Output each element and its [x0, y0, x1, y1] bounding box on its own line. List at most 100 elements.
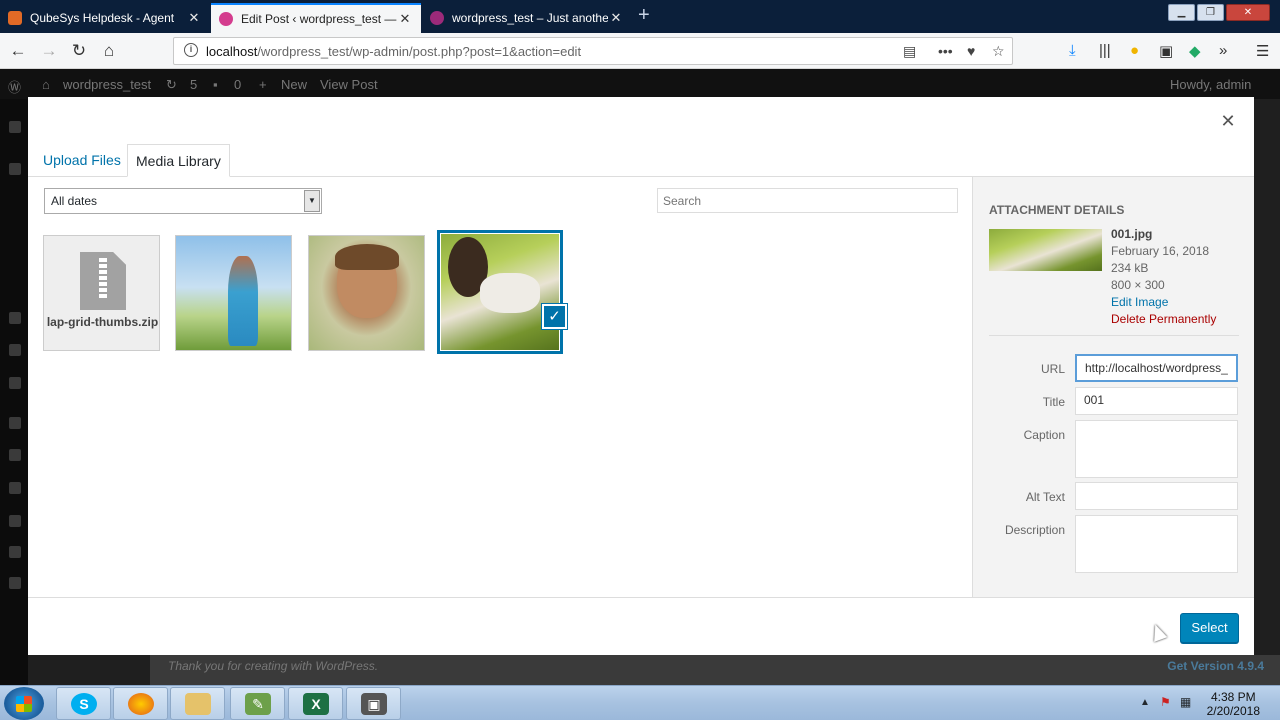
edit-image-link[interactable]: Edit Image	[1111, 294, 1216, 311]
overflow-icon[interactable]: »	[1219, 42, 1227, 59]
close-icon[interactable]: ✕	[186, 10, 202, 26]
minimize-icon[interactable]: ▁	[1168, 4, 1195, 21]
attachment-zip[interactable]: lap-grid-thumbs.zip	[43, 235, 160, 351]
howdy-user[interactable]: Howdy, admin	[1170, 77, 1251, 92]
browser-navbar: ← → ↻ ⌂ i localhost/wordpress_test/wp-ad…	[0, 33, 1280, 69]
description-field[interactable]	[1075, 515, 1238, 573]
wordpress-icon	[219, 12, 233, 26]
reload-icon[interactable]: ↻	[68, 41, 90, 61]
posts-icon[interactable]	[9, 163, 21, 175]
site-name-link[interactable]: wordpress_test	[63, 77, 151, 92]
flag-icon[interactable]: ⚑	[1160, 695, 1171, 709]
search-input[interactable]	[657, 188, 958, 213]
check-icon[interactable]: ✓	[542, 304, 567, 329]
forward-icon[interactable]: →	[38, 41, 60, 61]
window-close-icon[interactable]: ✕	[1226, 4, 1270, 21]
tab-title: QubeSys Helpdesk - Agent	[30, 11, 175, 25]
taskbar-firefox[interactable]	[113, 687, 168, 720]
window-controls: ▁ ❐ ✕	[1168, 4, 1270, 21]
attachment-info: 001.jpg February 16, 2018 234 kB 800 × 3…	[1111, 226, 1216, 328]
chevron-down-icon[interactable]: ▼	[304, 190, 320, 212]
clock-time: 4:38 PM	[1210, 690, 1256, 704]
alt-text-label: Alt Text	[1025, 490, 1065, 504]
caption-field[interactable]	[1075, 420, 1238, 478]
sidebar-icon[interactable]: ▣	[1159, 42, 1173, 60]
tab-qubesys[interactable]: QubeSys Helpdesk - Agent ✕	[0, 3, 210, 33]
address-bar[interactable]: i localhost/wordpress_test/wp-admin/post…	[173, 37, 1013, 65]
media-icon[interactable]	[9, 312, 21, 324]
network-icon[interactable]: ▦	[1180, 695, 1191, 709]
collapse-icon[interactable]	[9, 577, 21, 589]
date-filter-select[interactable]: All dates ▼	[44, 188, 322, 214]
video-icon: ▣	[361, 693, 387, 715]
version-link[interactable]: Get Version 4.9.4	[1167, 659, 1264, 673]
dashboard-icon[interactable]	[9, 121, 21, 133]
view-post-link[interactable]: View Post	[320, 77, 378, 92]
alt-text-field[interactable]	[1075, 482, 1238, 510]
start-button[interactable]	[4, 687, 44, 720]
clock[interactable]: 4:38 PM 2/20/2018	[1207, 690, 1260, 718]
taskbar-explorer[interactable]	[170, 687, 225, 720]
close-icon[interactable]: ✕	[1218, 111, 1238, 131]
extension-icon[interactable]: ●	[1130, 42, 1139, 59]
tools-icon[interactable]	[9, 515, 21, 527]
wordpress-logo-icon[interactable]: Ⓦ	[8, 77, 21, 96]
menu-icon[interactable]: ☰	[1256, 42, 1269, 60]
settings-icon[interactable]	[9, 546, 21, 558]
title-field[interactable]: 001	[1075, 387, 1238, 415]
divider	[989, 335, 1239, 336]
addon-icon[interactable]: ◆	[1189, 42, 1201, 60]
new-link[interactable]: New	[281, 77, 307, 92]
attachment-filename: 001.jpg	[1111, 227, 1153, 241]
info-icon[interactable]: i	[184, 43, 198, 57]
attachment-image[interactable]	[308, 235, 425, 351]
chart-app-icon: ✎	[245, 693, 271, 715]
new-tab-icon[interactable]: +	[638, 5, 650, 25]
media-toolbar: Select	[28, 597, 1254, 655]
pocket-icon[interactable]: ♥	[967, 43, 975, 59]
close-icon[interactable]: ✕	[608, 10, 624, 26]
tab-wordpress-site[interactable]: wordpress_test – Just another W ✕	[422, 3, 632, 33]
restore-icon[interactable]: ❐	[1197, 4, 1224, 21]
pages-icon[interactable]	[9, 344, 21, 356]
plus-icon: +	[259, 77, 267, 92]
taskbar-skype[interactable]: S	[56, 687, 111, 720]
tab-title: wordpress_test – Just another W	[452, 11, 608, 25]
tray-expand-icon[interactable]: ▲	[1140, 697, 1150, 708]
home-icon: ⌂	[42, 77, 50, 92]
library-icon[interactable]: |||	[1099, 42, 1111, 59]
zip-teeth-icon	[97, 256, 109, 306]
tab-media-library[interactable]: Media Library	[127, 144, 230, 177]
comments-icon[interactable]	[9, 377, 21, 389]
tab-upload-files[interactable]: Upload Files	[35, 144, 129, 177]
taskbar-excel[interactable]: X	[288, 687, 343, 720]
users-icon[interactable]	[9, 482, 21, 494]
updates-count[interactable]: 5	[190, 77, 197, 92]
home-icon[interactable]: ⌂	[98, 41, 120, 61]
url-field[interactable]: http://localhost/wordpress_	[1075, 354, 1238, 382]
tab-edit-post[interactable]: Edit Post ‹ wordpress_test — W ✕	[211, 3, 421, 33]
megaphone-icon	[8, 11, 22, 25]
back-icon[interactable]: ←	[7, 41, 29, 61]
download-icon[interactable]: ⤓	[1069, 42, 1076, 59]
close-icon[interactable]: ✕	[397, 11, 413, 27]
attachment-image[interactable]	[175, 235, 292, 351]
select-button[interactable]: Select	[1180, 613, 1239, 643]
appearance-icon[interactable]	[9, 417, 21, 429]
wp-sidebar	[0, 99, 28, 685]
plugins-icon[interactable]	[9, 449, 21, 461]
more-icon[interactable]: •••	[938, 43, 953, 59]
title-label: Title	[1042, 395, 1065, 409]
taskbar-editor[interactable]: ✎	[230, 687, 285, 720]
taskbar-recorder[interactable]: ▣	[346, 687, 401, 720]
shirt	[480, 273, 540, 313]
windows-taskbar: S ✎ X ▣ ▲ ⚑ ▦ 4:38 PM 2/20/2018	[0, 685, 1280, 720]
bookmark-star-icon[interactable]: ☆	[992, 43, 1005, 60]
reader-view-icon[interactable]: ▤	[903, 43, 916, 60]
attachment-image-selected[interactable]	[437, 230, 563, 354]
comments-count[interactable]: 0	[234, 77, 241, 92]
attachment-size: 234 kB	[1111, 261, 1149, 275]
wp-footer: Thank you for creating with WordPress. G…	[150, 655, 1280, 685]
caption-label: Caption	[1023, 428, 1065, 442]
delete-permanently-link[interactable]: Delete Permanently	[1111, 311, 1216, 328]
